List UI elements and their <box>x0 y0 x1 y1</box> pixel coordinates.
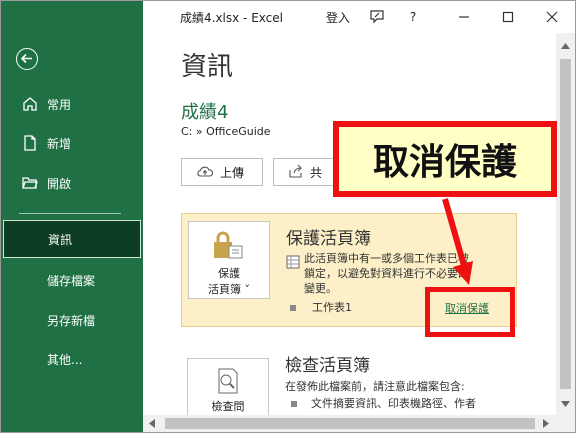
scroll-left-icon[interactable] <box>149 419 155 428</box>
sidebar-item-label: 開啟 <box>47 176 72 191</box>
back-arrow-icon[interactable] <box>16 48 38 70</box>
cloud-upload-icon <box>196 164 214 181</box>
dropdown-chevron-icon: ˅ <box>241 283 250 296</box>
document-name: 成績4 <box>181 102 229 123</box>
sidebar-item-save[interactable]: 儲存檔案 <box>1 261 143 299</box>
title-bar: 成績4.xlsx - Excel 登入 ? <box>143 1 575 33</box>
share-icon <box>288 164 304 181</box>
protect-button-line1: 保護 <box>218 267 240 280</box>
scroll-thumb[interactable] <box>165 418 535 429</box>
inspect-button-line1: 檢查問 <box>211 400 245 413</box>
inspect-bullet-1: 文件摘要資訊、印表機路徑、作者 <box>311 397 476 410</box>
backstage-sidebar: 常用 新增 開啟 資訊 儲存檔案 另存新檔 其他... <box>1 1 143 432</box>
protect-title: 保護活頁簿 <box>286 229 371 249</box>
protect-button-line2: 活頁簿 <box>208 283 241 296</box>
annotation-arrow <box>442 198 473 285</box>
sidebar-item-label: 其他... <box>47 352 83 367</box>
inspect-document-icon <box>188 367 268 398</box>
upload-button[interactable]: 上傳 <box>181 158 263 186</box>
sidebar-item-label: 資訊 <box>48 232 73 247</box>
horizontal-scrollbar[interactable] <box>143 415 556 432</box>
document-path: C: » OfficeGuide <box>181 125 271 138</box>
sidebar-divider <box>19 213 121 214</box>
sidebar-item-label: 新增 <box>47 136 72 151</box>
scroll-down-icon[interactable] <box>561 401 570 407</box>
lock-icon <box>189 230 269 265</box>
sign-in-button[interactable]: 登入 <box>323 7 353 27</box>
sidebar-item-info[interactable]: 資訊 <box>3 220 141 258</box>
window-title: 成績4.xlsx - Excel <box>180 11 283 25</box>
share-label: 共 <box>310 165 323 180</box>
minimize-icon[interactable] <box>451 7 477 27</box>
protected-sheet-name: 工作表1 <box>312 301 352 314</box>
inspect-title: 檢查活頁簿 <box>285 356 370 376</box>
locked-sheet-icon <box>286 254 300 273</box>
scrollbar-corner <box>556 415 575 432</box>
inspect-workbook-card: 檢查問 題 檢查活頁簿 在發佈此檔案前，請注意此檔案包含: 文件摘要資訊、印表機… <box>181 351 517 415</box>
upload-label: 上傳 <box>220 165 245 180</box>
sidebar-item-save-as[interactable]: 另存新檔 <box>1 301 143 339</box>
help-button[interactable]: ? <box>403 7 423 27</box>
scroll-thumb[interactable] <box>560 59 571 389</box>
check-for-issues-button[interactable]: 檢查問 題 <box>187 358 269 415</box>
bullet-icon <box>290 305 296 311</box>
annotation-callout: 取消保護 <box>333 121 557 197</box>
sidebar-item-open[interactable]: 開啟 <box>1 164 143 202</box>
info-pane: 資訊 成績4 C: » OfficeGuide 上傳 共 保護 活頁簿 ˅ 保護… <box>143 33 556 415</box>
home-icon <box>21 95 39 113</box>
sidebar-item-label: 儲存檔案 <box>47 273 96 288</box>
new-document-icon <box>21 134 39 152</box>
close-icon[interactable] <box>539 7 565 27</box>
page-title: 資訊 <box>181 52 234 82</box>
open-folder-icon <box>21 174 39 192</box>
sidebar-item-more[interactable]: 其他... <box>1 340 143 378</box>
sidebar-item-home[interactable]: 常用 <box>1 85 143 123</box>
annotation-highlight-box <box>425 287 515 337</box>
maximize-icon[interactable] <box>495 7 521 27</box>
scroll-up-icon[interactable] <box>561 43 570 49</box>
protect-desc-line1: 此活頁簿中有一或多個工作表已被 <box>304 252 469 265</box>
inspect-description: 在發佈此檔案前，請注意此檔案包含: <box>285 380 465 393</box>
bullet-icon <box>291 401 297 407</box>
protect-desc-line2: 鎖定，以避免對資料進行不必要的 <box>304 267 469 280</box>
scroll-right-icon[interactable] <box>543 419 549 428</box>
sidebar-item-label: 常用 <box>47 97 72 112</box>
sidebar-item-label: 另存新檔 <box>47 313 96 328</box>
excel-window: 常用 新增 開啟 資訊 儲存檔案 另存新檔 其他... 成績4.xlsx - E… <box>0 0 576 433</box>
protect-workbook-button[interactable]: 保護 活頁簿 ˅ <box>188 221 270 299</box>
vertical-scrollbar[interactable] <box>556 33 575 416</box>
sidebar-item-new[interactable]: 新增 <box>1 124 143 162</box>
feedback-icon[interactable] <box>365 7 389 27</box>
